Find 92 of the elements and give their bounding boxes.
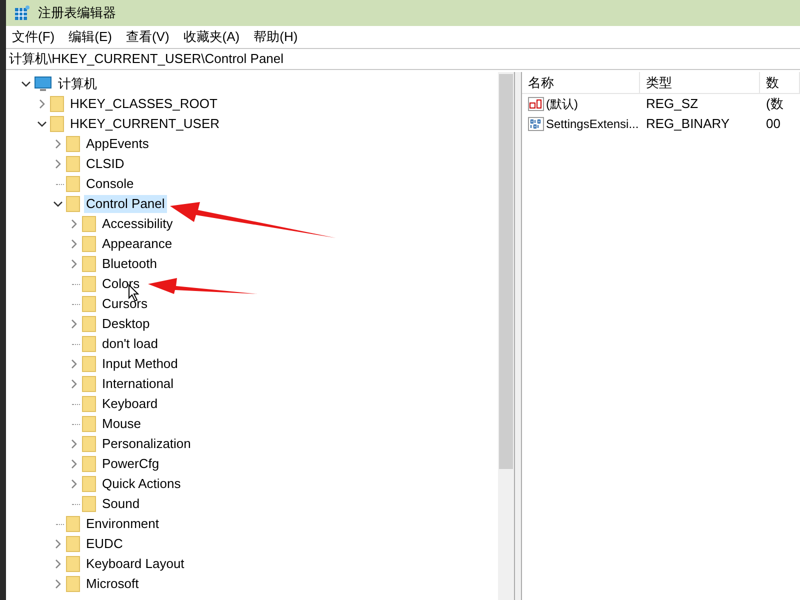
tree-item[interactable]: don't load [100, 335, 160, 353]
chevron-right-icon[interactable] [54, 559, 62, 569]
tree-item[interactable]: CLSID [84, 155, 126, 173]
chevron-down-icon[interactable] [37, 120, 47, 128]
folder-icon [82, 316, 96, 332]
chevron-right-icon[interactable] [54, 159, 62, 169]
chevron-right-icon[interactable] [70, 479, 78, 489]
tree-item[interactable]: Appearance [100, 235, 174, 253]
chevron-right-icon[interactable] [70, 319, 78, 329]
tree-item[interactable]: Microsoft [84, 575, 141, 593]
tree-item[interactable]: Bluetooth [100, 255, 159, 273]
tree-item[interactable]: AppEvents [84, 135, 151, 153]
menu-item[interactable]: 查看(V) [126, 27, 170, 47]
tree-item[interactable]: 计算机 [56, 75, 99, 93]
tree-item[interactable]: Keyboard Layout [84, 555, 186, 573]
tree-item[interactable]: Quick Actions [100, 475, 183, 493]
chevron-down-icon[interactable] [21, 80, 31, 88]
tree-item[interactable]: Console [84, 175, 136, 193]
value-data: (数 [765, 95, 784, 114]
tree-item[interactable]: International [100, 375, 176, 393]
folder-icon [50, 96, 64, 112]
tree-item[interactable]: Mouse [100, 415, 144, 433]
chevron-right-icon[interactable] [54, 539, 62, 549]
folder-icon [66, 136, 80, 152]
tree-item[interactable]: HKEY_CLASSES_ROOT [68, 95, 220, 113]
string-value-icon [528, 97, 544, 111]
folder-icon [82, 476, 96, 492]
folder-icon [66, 556, 80, 572]
scrollbar[interactable] [498, 72, 514, 600]
folder-icon [82, 356, 96, 372]
folder-icon [82, 396, 96, 412]
chevron-right-icon[interactable] [54, 579, 62, 589]
menu-item[interactable]: 收藏夹(A) [183, 27, 240, 47]
address-text: 计算机\HKEY_CURRENT_USER\Control Panel [9, 50, 284, 68]
column-header[interactable]: 数 [760, 72, 800, 93]
folder-icon [82, 336, 96, 352]
chevron-right-icon[interactable] [70, 439, 78, 449]
folder-icon [82, 416, 96, 432]
address-bar[interactable]: 计算机\HKEY_CURRENT_USER\Control Panel [6, 48, 800, 70]
chevron-right-icon[interactable] [70, 259, 78, 269]
folder-icon [82, 256, 96, 272]
menu-item[interactable]: 编辑(E) [68, 27, 112, 47]
folder-icon [66, 576, 80, 592]
folder-icon [66, 516, 80, 532]
value-data: 00 [765, 115, 780, 134]
value-type: REG_BINARY [645, 115, 731, 134]
column-header[interactable]: 类型 [640, 72, 760, 93]
tree-item[interactable]: Sound [100, 495, 142, 513]
folder-icon [82, 456, 96, 472]
value-name[interactable]: (默认) [546, 95, 578, 113]
menu-item[interactable]: 帮助(H) [254, 27, 298, 47]
chevron-right-icon[interactable] [54, 139, 62, 149]
tree-item[interactable]: Keyboard [100, 395, 160, 413]
value-type: REG_SZ [645, 95, 700, 114]
folder-icon [66, 536, 80, 552]
tree-item[interactable]: HKEY_CURRENT_USER [68, 115, 222, 133]
folder-icon [82, 296, 96, 312]
folder-icon [82, 496, 96, 512]
tree-item[interactable]: Accessibility [100, 215, 175, 233]
folder-icon [82, 236, 96, 252]
chevron-right-icon[interactable] [70, 239, 78, 249]
value-name[interactable]: SettingsExtensi... [546, 115, 639, 133]
tree-item[interactable]: PowerCfg [100, 455, 162, 473]
tree-item[interactable]: Colors [100, 275, 142, 293]
tree-item[interactable]: Desktop [100, 315, 152, 333]
folder-icon [82, 376, 96, 392]
chevron-right-icon[interactable] [70, 219, 78, 229]
scrollbar-thumb[interactable] [499, 74, 514, 469]
folder-icon [82, 276, 96, 292]
tree-item[interactable]: Control Panel [84, 195, 167, 213]
chevron-right-icon[interactable] [70, 459, 78, 469]
folder-icon [50, 116, 64, 132]
window-title: 注册表编辑器 [38, 4, 116, 22]
folder-icon [82, 436, 96, 452]
menu-item[interactable]: 文件(F) [12, 27, 55, 47]
folder-icon [66, 156, 80, 172]
folder-icon [82, 216, 96, 232]
tree-item[interactable]: Personalization [100, 435, 193, 453]
chevron-right-icon[interactable] [38, 99, 46, 109]
column-header[interactable]: 名称 [522, 72, 640, 93]
registry-icon [14, 5, 30, 21]
chevron-right-icon[interactable] [70, 359, 78, 369]
tree-item[interactable]: EUDC [84, 535, 125, 553]
folder-icon [66, 196, 80, 212]
chevron-right-icon[interactable] [70, 379, 78, 389]
tree-item[interactable]: Input Method [100, 355, 180, 373]
binary-value-icon [528, 117, 544, 131]
chevron-down-icon[interactable] [53, 200, 63, 208]
computer-icon [34, 76, 52, 92]
folder-icon [66, 176, 80, 192]
tree-item[interactable]: Cursors [100, 295, 150, 313]
tree-item[interactable]: Environment [84, 515, 161, 533]
